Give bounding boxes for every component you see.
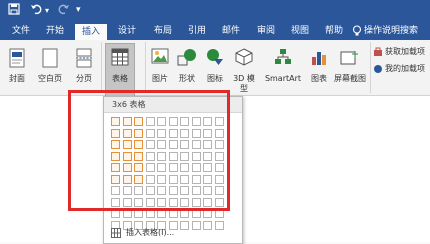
chart-button[interactable]: 图表 <box>306 44 332 88</box>
screenshot-button[interactable]: 屏幕截图 <box>334 44 366 88</box>
insert-table-label: 插入表格(I)... <box>126 228 175 237</box>
blank-page-label: 空白页 <box>38 74 62 83</box>
picture-icon <box>151 48 169 66</box>
smartart-label: SmartArt <box>264 74 302 83</box>
shapes-label: 形状 <box>179 74 195 83</box>
screenshot-icon <box>340 48 360 68</box>
redo-icon[interactable] <box>58 3 70 19</box>
undo-icon[interactable] <box>30 3 42 19</box>
get-addins-label: 获取加载项 <box>385 47 425 56</box>
tab-design[interactable]: 设计 <box>112 22 142 40</box>
3d-models-label: 3D 模型 <box>233 74 255 93</box>
table-label: 表格 <box>112 74 128 83</box>
tab-file[interactable]: 文件 <box>6 22 36 40</box>
picture-button[interactable]: 图片 <box>148 44 172 88</box>
insert-table-menu-item[interactable]: 插入表格(I)... <box>104 225 242 241</box>
smartart-icon <box>274 48 292 68</box>
undo-dropdown-icon[interactable]: ▾ <box>45 4 49 18</box>
ribbon-insert: 封面 空白页 分页 页面 表格 图片 形状 <box>0 40 430 111</box>
addins-icon <box>373 64 383 76</box>
chart-icon <box>310 48 328 68</box>
tab-layout[interactable]: 布局 <box>148 22 178 40</box>
lightbulb-icon[interactable] <box>352 22 362 40</box>
tab-help[interactable]: 帮助 <box>319 22 349 40</box>
page-break-button[interactable]: 分页 <box>69 44 99 88</box>
3d-models-button[interactable]: 3D 模型 <box>230 44 258 94</box>
chevron-down-icon[interactable]: ▾ <box>76 3 81 17</box>
ribbon-tab-bar: 文件 开始 插入 设计 布局 引用 邮件 审阅 视图 帮助 操作说明搜索 <box>0 22 430 40</box>
tab-references[interactable]: 引用 <box>182 22 212 40</box>
tab-review[interactable]: 审阅 <box>251 22 281 40</box>
group-separator <box>145 42 146 93</box>
icons-button[interactable]: 图标 <box>203 44 227 88</box>
insert-table-icon <box>111 228 121 240</box>
my-addins-label: 我的加载项 <box>385 64 425 73</box>
cube-icon <box>235 48 253 68</box>
tell-me-search[interactable]: 操作说明搜索 <box>364 22 418 40</box>
picture-label: 图片 <box>152 74 168 83</box>
table-icon <box>111 48 129 68</box>
shapes-icon <box>177 48 197 68</box>
group-separator <box>101 42 102 93</box>
cover-page-button[interactable]: 封面 <box>4 44 30 88</box>
tab-home[interactable]: 开始 <box>40 22 70 40</box>
blank-page-icon <box>42 48 58 70</box>
shapes-button[interactable]: 形状 <box>174 44 200 88</box>
annotation-highlight-box <box>68 90 230 211</box>
icons-label: 图标 <box>207 74 223 83</box>
page-break-icon <box>75 48 93 70</box>
tab-view[interactable]: 视图 <box>285 22 315 40</box>
title-bar: ▾ ▾ <box>0 0 430 22</box>
save-icon[interactable] <box>8 3 20 19</box>
cover-page-icon <box>9 48 25 70</box>
screenshot-label: 屏幕截图 <box>334 74 366 83</box>
chart-label: 图表 <box>311 74 327 83</box>
cover-page-label: 封面 <box>9 74 25 83</box>
tab-mailings[interactable]: 邮件 <box>216 22 246 40</box>
tab-insert[interactable]: 插入 <box>75 24 107 40</box>
group-separator <box>370 42 371 93</box>
smartart-button[interactable]: SmartArt <box>262 44 304 88</box>
blank-page-button[interactable]: 空白页 <box>34 44 66 88</box>
icons-insert-icon <box>206 48 224 68</box>
page-break-label: 分页 <box>76 74 92 83</box>
store-icon <box>373 47 383 59</box>
